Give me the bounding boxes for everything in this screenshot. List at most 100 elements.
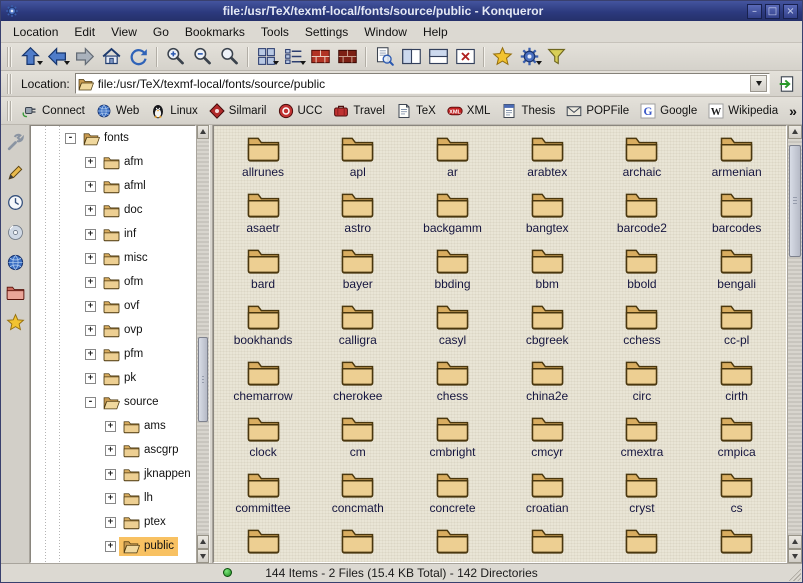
- list-view-button[interactable]: [280, 44, 306, 70]
- bookmark-linux[interactable]: Linux: [145, 101, 203, 121]
- menu-help[interactable]: Help: [415, 23, 456, 41]
- menu-tools[interactable]: Tools: [253, 23, 297, 41]
- folder-circ[interactable]: circ: [595, 354, 690, 410]
- folder-bbold[interactable]: bbold: [595, 242, 690, 298]
- tree-expander[interactable]: +: [105, 541, 116, 552]
- folder-committee[interactable]: committee: [216, 466, 311, 522]
- tree-expander[interactable]: +: [105, 421, 116, 432]
- tree-expander[interactable]: +: [105, 517, 116, 528]
- scrollbar-thumb[interactable]: [198, 337, 208, 422]
- sidebar-tab-bookmarks[interactable]: [3, 310, 27, 334]
- folder-bard[interactable]: bard: [216, 242, 311, 298]
- folder-bayer[interactable]: bayer: [310, 242, 405, 298]
- menu-settings[interactable]: Settings: [297, 23, 356, 41]
- menu-bookmarks[interactable]: Bookmarks: [177, 23, 253, 41]
- tree-item-misc[interactable]: + misc: [31, 246, 195, 270]
- location-value[interactable]: file:/usr/TeX/texmf-local/fonts/source/p…: [98, 77, 746, 91]
- go-button[interactable]: [775, 72, 799, 96]
- scroll-down-button[interactable]: [197, 549, 209, 563]
- tree-item-ascgrp[interactable]: + ascgrp: [31, 438, 195, 462]
- titlebar[interactable]: file:/usr/TeX/texmf-local/fonts/source/p…: [1, 1, 802, 21]
- folder-croatian[interactable]: croatian: [500, 466, 595, 522]
- folder-bengali[interactable]: bengali: [689, 242, 784, 298]
- folder-cmcyr[interactable]: cmcyr: [500, 410, 595, 466]
- folder-row8-2[interactable]: [310, 522, 405, 563]
- location-input[interactable]: file:/usr/TeX/texmf-local/fonts/source/p…: [75, 73, 770, 94]
- folder-calligra[interactable]: calligra: [310, 298, 405, 354]
- bookmark-travel[interactable]: Travel: [328, 101, 390, 121]
- folder-cs[interactable]: cs: [689, 466, 784, 522]
- bookmark-web[interactable]: Web: [91, 101, 144, 121]
- konqueror-gear-button[interactable]: [516, 44, 542, 70]
- folder-backgamm[interactable]: backgamm: [405, 186, 500, 242]
- icon-view-button[interactable]: [253, 44, 279, 70]
- sidebar-tab-tools[interactable]: [3, 130, 27, 154]
- scroll-up-button[interactable]: [788, 125, 802, 139]
- tree-expander[interactable]: -: [85, 397, 96, 408]
- folder-cbgreek[interactable]: cbgreek: [500, 298, 595, 354]
- tree-item-afm[interactable]: + afm: [31, 150, 195, 174]
- folder-cc-pl[interactable]: cc-pl: [689, 298, 784, 354]
- sidebar-tab-devices[interactable]: [3, 220, 27, 244]
- folder-cmextra[interactable]: cmextra: [595, 410, 690, 466]
- filter-button[interactable]: [543, 44, 569, 70]
- folder-cmbright[interactable]: cmbright: [405, 410, 500, 466]
- bookmark-thesis[interactable]: Thesis: [496, 101, 560, 121]
- folder-asaetr[interactable]: asaetr: [216, 186, 311, 242]
- folder-arabtex[interactable]: arabtex: [500, 130, 595, 186]
- find-button[interactable]: [216, 44, 242, 70]
- tree-item-ofm[interactable]: + ofm: [31, 270, 195, 294]
- menu-edit[interactable]: Edit: [66, 23, 103, 41]
- tree-expander[interactable]: +: [85, 205, 96, 216]
- folder-cryst[interactable]: cryst: [595, 466, 690, 522]
- folder-chess[interactable]: chess: [405, 354, 500, 410]
- home-button[interactable]: [98, 44, 124, 70]
- tree-item-ovp[interactable]: + ovp: [31, 318, 195, 342]
- zoom-in-button[interactable]: [162, 44, 188, 70]
- tree-item-lh[interactable]: + lh: [31, 486, 195, 510]
- location-dropdown-button[interactable]: [750, 75, 767, 92]
- tree-expander[interactable]: +: [85, 229, 96, 240]
- tree-scrollbar[interactable]: [196, 125, 209, 563]
- tree-expander[interactable]: +: [105, 445, 116, 456]
- scrollbar-track[interactable]: [197, 139, 209, 535]
- back-button[interactable]: [44, 44, 70, 70]
- tree-expander[interactable]: +: [85, 373, 96, 384]
- forward-button[interactable]: [71, 44, 97, 70]
- menu-go[interactable]: Go: [145, 23, 177, 41]
- folder-clock[interactable]: clock: [216, 410, 311, 466]
- bookmark-connect[interactable]: Connect: [17, 101, 90, 121]
- tree-item-pk[interactable]: + pk: [31, 366, 195, 390]
- bookmark-popfile[interactable]: POPFile: [561, 101, 634, 121]
- folder-cm[interactable]: cm: [310, 410, 405, 466]
- scroll-down-button[interactable]: [788, 549, 802, 563]
- bookmark-overflow-button[interactable]: »: [784, 103, 802, 119]
- tree-item-doc[interactable]: + doc: [31, 198, 195, 222]
- tree-item-fonts[interactable]: - fonts: [31, 126, 195, 150]
- resize-grip[interactable]: [787, 567, 801, 581]
- folder-cherokee[interactable]: cherokee: [310, 354, 405, 410]
- scroll-up-button[interactable]: [197, 535, 209, 549]
- folder-china2e[interactable]: china2e: [500, 354, 595, 410]
- folder-astro[interactable]: astro: [310, 186, 405, 242]
- zoom-out-button[interactable]: [189, 44, 215, 70]
- tree-item-inf[interactable]: + inf: [31, 222, 195, 246]
- folder-cmpica[interactable]: cmpica: [689, 410, 784, 466]
- close-button[interactable]: ×: [783, 4, 798, 19]
- tree-item-ptex[interactable]: + ptex: [31, 510, 195, 534]
- folder-bangtex[interactable]: bangtex: [500, 186, 595, 242]
- up-button[interactable]: [17, 44, 43, 70]
- folder-row8-5[interactable]: [595, 522, 690, 563]
- menu-location[interactable]: Location: [5, 23, 66, 41]
- menu-view[interactable]: View: [103, 23, 145, 41]
- tree-expander[interactable]: +: [85, 181, 96, 192]
- folder-cchess[interactable]: cchess: [595, 298, 690, 354]
- tree-expander[interactable]: +: [85, 277, 96, 288]
- sidebar-tab-history[interactable]: [3, 190, 27, 214]
- scrollbar-thumb[interactable]: [789, 145, 801, 257]
- reload-button[interactable]: [125, 44, 151, 70]
- toolbar-handle[interactable]: [7, 47, 13, 67]
- tree-expander[interactable]: +: [85, 325, 96, 336]
- folder-row8-1[interactable]: [216, 522, 311, 563]
- tree-expander[interactable]: +: [85, 253, 96, 264]
